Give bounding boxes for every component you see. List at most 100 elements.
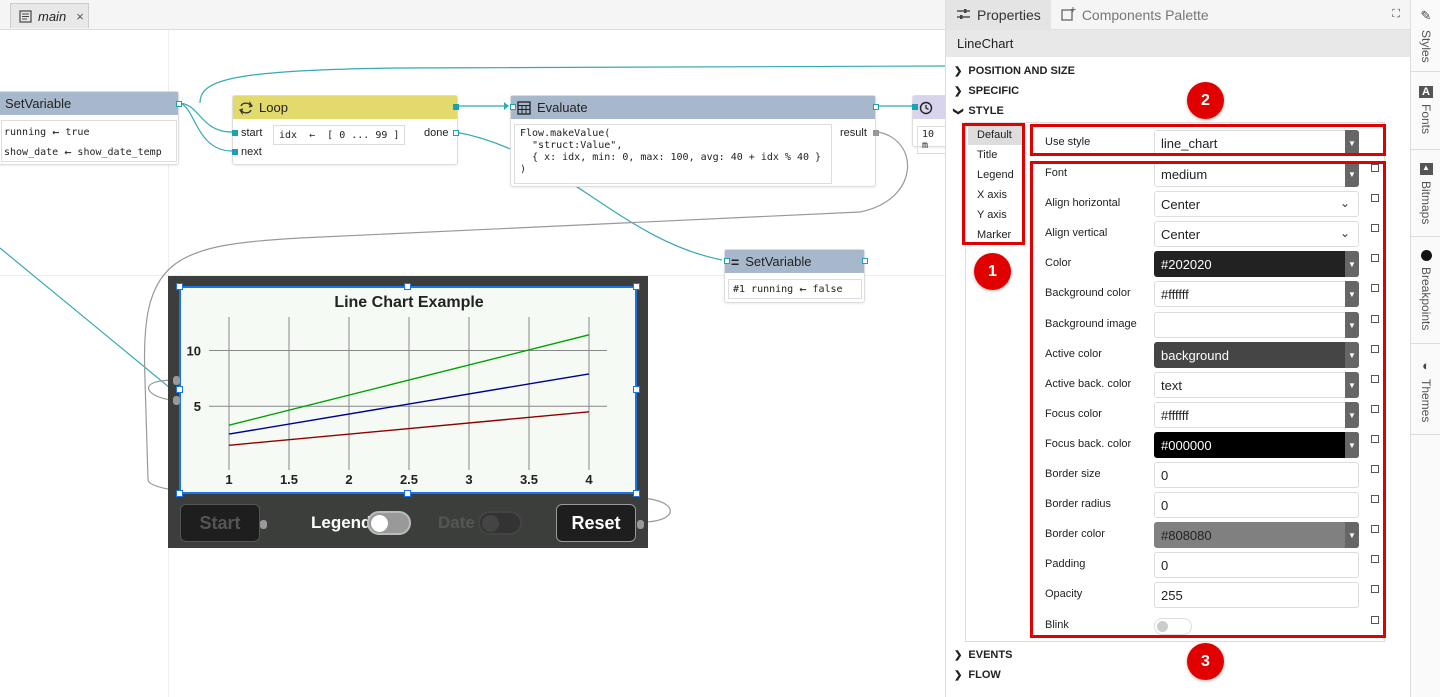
override-checkbox[interactable] [1371, 194, 1379, 202]
opacity-input[interactable]: 255 [1154, 582, 1359, 608]
input-port-next[interactable] [232, 149, 238, 155]
override-checkbox[interactable] [1371, 164, 1379, 172]
dropdown-icon[interactable]: ▼ [1345, 312, 1359, 338]
output-port[interactable] [260, 520, 267, 529]
dropdown-icon[interactable]: ▼ [1345, 372, 1359, 398]
input-port[interactable] [510, 104, 516, 110]
output-port-result[interactable] [873, 130, 879, 136]
resize-handle[interactable] [633, 490, 640, 497]
style-item-y-axis[interactable]: Y axis [968, 205, 1024, 225]
override-checkbox[interactable] [1371, 616, 1379, 624]
override-checkbox[interactable] [1371, 495, 1379, 503]
padding-input[interactable]: 0 [1154, 552, 1359, 578]
override-checkbox[interactable] [1371, 224, 1379, 232]
line-chart[interactable]: Line Chart Example 1 1.5 2 2.5 3 3.5 4 5 10 [180, 286, 636, 494]
section-label: FLOW [968, 669, 1001, 681]
output-port-seq[interactable] [453, 104, 459, 110]
resize-handle[interactable] [176, 490, 183, 497]
active-color-input[interactable]: background ▼ [1154, 342, 1359, 368]
section-style[interactable]: ❯ STYLE [953, 105, 1004, 117]
font-input[interactable]: medium ▼ [1154, 161, 1359, 187]
node-evaluate[interactable]: Evaluate Flow.makeValue( "struct:Value",… [510, 95, 879, 187]
border-radius-input[interactable]: 0 [1154, 492, 1359, 518]
input-port[interactable] [724, 258, 730, 264]
active-back-color-input[interactable]: text ▼ [1154, 372, 1359, 398]
section-events[interactable]: ❯ EVENTS [954, 649, 1012, 661]
focus-color-input[interactable]: #ffffff ▼ [1154, 402, 1359, 428]
override-checkbox[interactable] [1371, 435, 1379, 443]
output-port-done[interactable] [453, 130, 459, 136]
start-button[interactable]: Start [180, 504, 260, 542]
resize-handle[interactable] [404, 490, 411, 497]
override-checkbox[interactable] [1371, 405, 1379, 413]
override-checkbox[interactable] [1371, 555, 1379, 563]
node-loop[interactable]: Loop start next idx ← [ 0 ... 99 ] done [232, 95, 459, 165]
align-vertical-input[interactable]: Center ⌄ [1154, 221, 1359, 247]
output-port-seq[interactable] [873, 104, 879, 110]
background-image-input[interactable]: ▼ [1154, 312, 1359, 338]
side-tab-themes[interactable]: ◐ Themes [1411, 350, 1440, 435]
input-port-start[interactable] [232, 130, 238, 136]
resize-handle[interactable] [633, 283, 640, 290]
legend-toggle[interactable] [367, 511, 411, 535]
override-checkbox[interactable] [1371, 585, 1379, 593]
resize-handle[interactable] [633, 386, 640, 393]
override-checkbox[interactable] [1371, 465, 1379, 473]
node-timer[interactable]: 10 m [912, 95, 945, 154]
side-tab-fonts[interactable]: A Fonts [1411, 78, 1440, 150]
override-checkbox[interactable] [1371, 254, 1379, 262]
dropdown-icon[interactable]: ▼ [1345, 522, 1359, 548]
maximize-icon[interactable]: ⛶ [1392, 8, 1400, 21]
border-size-input[interactable]: 0 [1154, 462, 1359, 488]
dashboard-widget[interactable]: Line Chart Example 1 1.5 2 2.5 3 3.5 4 5 10 Start… [168, 276, 648, 548]
prop-label: Align horizontal [1045, 197, 1121, 209]
output-port[interactable] [862, 258, 868, 264]
align-horizontal-input[interactable]: Center ⌄ [1154, 191, 1359, 217]
background-color-input[interactable]: #ffffff ▼ [1154, 281, 1359, 307]
chevron-down-icon: ⌄ [1339, 196, 1350, 210]
section-position-size[interactable]: ❯ POSITION AND SIZE [954, 65, 1075, 77]
border-color-input[interactable]: #808080 ▼ [1154, 522, 1359, 548]
dropdown-icon[interactable]: ▼ [1345, 432, 1359, 458]
focus-back-color-input[interactable]: #000000 ▼ [1154, 432, 1359, 458]
input-port[interactable] [173, 396, 180, 405]
dropdown-icon[interactable]: ▼ [1345, 402, 1359, 428]
dropdown-icon[interactable]: ▼ [1345, 251, 1359, 277]
side-tab-styles[interactable]: ✎ Styles [1411, 0, 1440, 72]
input-port[interactable] [173, 376, 180, 385]
output-port[interactable] [637, 520, 644, 529]
node-setvariable-2[interactable]: = SetVariable #1 running ← false [724, 249, 868, 303]
side-tab-bitmaps[interactable]: ▲ Bitmaps [1411, 155, 1440, 237]
flow-canvas[interactable]: main × SetVariable running ← true show_d… [0, 0, 945, 697]
override-checkbox[interactable] [1371, 345, 1379, 353]
use-style-input[interactable]: line_chart ▼ [1154, 130, 1359, 156]
override-checkbox[interactable] [1371, 315, 1379, 323]
node-setvariable[interactable]: SetVariable running ← true show_date ← s… [0, 91, 182, 165]
color-input[interactable]: #202020 ▼ [1154, 251, 1359, 277]
section-specific[interactable]: ❯ SPECIFIC [954, 85, 1019, 97]
section-flow[interactable]: ❯ FLOW [954, 669, 1001, 681]
dropdown-icon[interactable]: ▼ [1345, 281, 1359, 307]
resize-handle[interactable] [176, 283, 183, 290]
style-item-x-axis[interactable]: X axis [968, 185, 1024, 205]
reset-button[interactable]: Reset [556, 504, 636, 542]
style-item-title[interactable]: Title [968, 145, 1024, 165]
style-item-default[interactable]: Default [968, 125, 1024, 145]
dropdown-icon[interactable]: ▼ [1345, 342, 1359, 368]
side-tab-breakpoints[interactable]: Breakpoints [1411, 242, 1440, 344]
override-checkbox[interactable] [1371, 375, 1379, 383]
tab-properties[interactable]: Properties [946, 0, 1051, 30]
date-toggle[interactable] [478, 511, 522, 535]
style-item-marker[interactable]: Marker [968, 225, 1024, 245]
resize-handle[interactable] [404, 283, 411, 290]
style-item-legend[interactable]: Legend [968, 165, 1024, 185]
output-port[interactable] [176, 101, 182, 107]
input-port[interactable] [912, 104, 918, 110]
override-checkbox[interactable] [1371, 525, 1379, 533]
resize-handle[interactable] [176, 386, 183, 393]
tab-components-palette[interactable]: Components Palette [1051, 0, 1219, 30]
blink-switch[interactable] [1154, 618, 1192, 635]
override-checkbox[interactable] [1371, 284, 1379, 292]
dropdown-icon[interactable]: ▼ [1345, 161, 1359, 187]
dropdown-icon[interactable]: ▼ [1345, 130, 1359, 156]
